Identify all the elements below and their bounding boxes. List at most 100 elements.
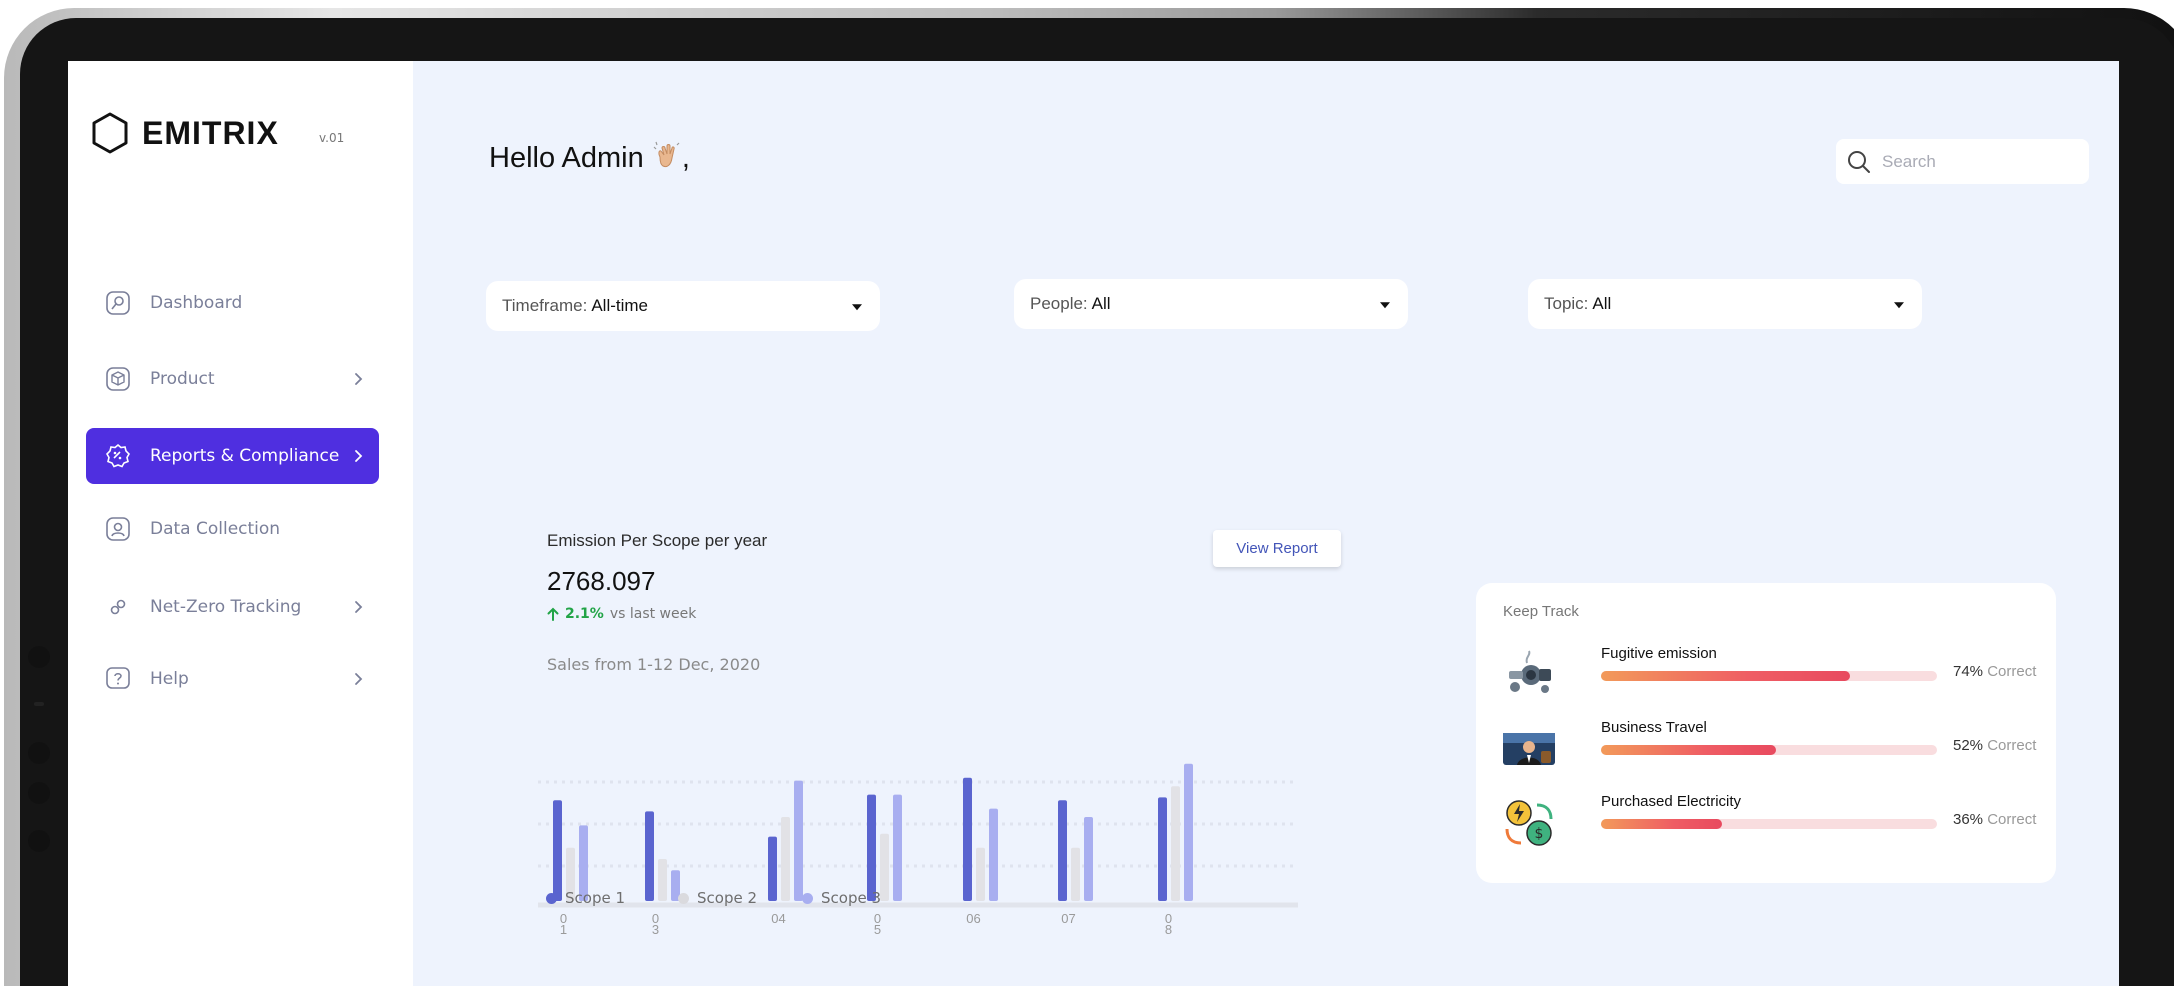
track-item-percent: 74% Correct xyxy=(1953,663,2036,680)
topic-filter[interactable]: Topic: All xyxy=(1528,279,1922,329)
percent-value: 36% xyxy=(1953,811,1984,828)
progress-fill xyxy=(1601,819,1722,829)
bar-scope-3[interactable] xyxy=(989,808,998,901)
bar-scope-2[interactable] xyxy=(1071,847,1080,901)
sidebar-item-dashboard[interactable]: Dashboard xyxy=(86,275,379,331)
bar-scope-1[interactable] xyxy=(768,836,777,901)
track-item-name: Fugitive emission xyxy=(1601,645,1717,662)
bar-scope-1[interactable] xyxy=(867,794,876,901)
chart-total: 2768.097 xyxy=(547,566,656,596)
legend-item-scope-1[interactable]: Scope 1 xyxy=(546,889,625,907)
filter-label: Timeframe: xyxy=(502,296,588,315)
badge-check-icon xyxy=(104,442,132,470)
dashboard-icon xyxy=(104,289,132,317)
business-traveler-icon xyxy=(1501,723,1557,775)
change-percent: 2.1% xyxy=(565,606,604,622)
logo-text: EMITRIX xyxy=(142,114,279,151)
change-label: vs last week xyxy=(609,606,697,622)
legend-label: Scope 2 xyxy=(697,889,758,907)
legend-label: Scope 1 xyxy=(565,889,626,907)
search-input[interactable] xyxy=(1882,151,2072,172)
bar-scope-2[interactable] xyxy=(658,859,667,901)
x-tick-label: 04 xyxy=(771,911,785,926)
help-icon xyxy=(104,665,132,693)
sidebar-item-reports-compliance[interactable]: Reports & Compliance xyxy=(86,428,379,484)
caret-down-icon xyxy=(1894,302,1904,309)
device-button xyxy=(28,646,50,668)
chevron-right-icon xyxy=(355,601,363,613)
sidebar-item-net-zero-tracking[interactable]: Net-Zero Tracking xyxy=(86,579,379,635)
sidebar-item-data-collection[interactable]: Data Collection xyxy=(86,501,379,557)
correct-label: Correct xyxy=(1987,663,2037,680)
bar-scope-3[interactable] xyxy=(1084,817,1093,901)
bar-scope-3[interactable] xyxy=(893,794,902,901)
filter-value: All xyxy=(1091,294,1111,313)
box-icon xyxy=(104,365,132,393)
legend-dot xyxy=(546,892,557,904)
filter-value: All-time xyxy=(591,296,648,315)
percent-value: 52% xyxy=(1953,737,1984,754)
keep-track-card: Keep Track Fugitive emission 74% Correct B… xyxy=(1476,583,2056,883)
chart-subtitle: Sales from 1-12 Dec, 2020 xyxy=(547,655,761,674)
bar-scope-1[interactable] xyxy=(1158,797,1167,901)
hexagon-logo-icon xyxy=(92,112,128,154)
x-tick-label: 05 xyxy=(874,911,881,937)
search-icon xyxy=(1848,150,1870,173)
bar-scope-2[interactable] xyxy=(1171,786,1180,901)
track-item-name: Purchased Electricity xyxy=(1601,793,1742,810)
bar-scope-1[interactable] xyxy=(645,811,654,901)
progress-fill xyxy=(1601,671,1850,681)
sidebar-item-product[interactable]: Product xyxy=(86,351,379,407)
emission-bar-chart: 0 1 0 3 04 0 5 06 07 0 8 xyxy=(538,763,1298,937)
electricity-money-icon: $ xyxy=(1501,797,1557,849)
link-icon xyxy=(104,593,132,621)
greeting-suffix: , xyxy=(681,142,690,174)
bar-scope-1[interactable] xyxy=(963,777,972,901)
filter-label: Topic: xyxy=(1544,294,1589,313)
track-item-business-travel[interactable]: Business Travel 52% Correct xyxy=(1501,719,2041,779)
x-tick-label: 06 xyxy=(966,911,980,926)
screen: EMITRIX v.01 Dashboard Product Reports & C… xyxy=(68,61,2119,986)
percent-value: 74% xyxy=(1953,663,1984,680)
bar-scope-1[interactable] xyxy=(1058,800,1067,901)
emission-machine-icon xyxy=(1501,649,1557,701)
legend-item-scope-3[interactable]: Scope 3 xyxy=(802,889,881,907)
legend-item-scope-2[interactable]: Scope 2 xyxy=(678,889,757,907)
device-button xyxy=(28,742,50,764)
bar-scope-1[interactable] xyxy=(553,800,562,901)
legend-dot xyxy=(678,892,689,904)
view-report-button[interactable]: View Report xyxy=(1213,530,1341,567)
logo[interactable]: EMITRIX xyxy=(90,111,279,155)
people-filter[interactable]: People: All xyxy=(1014,279,1408,329)
progress-bar xyxy=(1601,819,1937,829)
user-icon xyxy=(104,515,132,543)
sidebar-item-label: Dashboard xyxy=(150,293,243,313)
x-tick-label: 08 xyxy=(1165,911,1172,937)
chart-title: Emission Per Scope per year xyxy=(547,531,768,550)
device-button xyxy=(34,702,44,706)
timeframe-filter[interactable]: Timeframe: All-time xyxy=(486,281,880,331)
device-button xyxy=(28,830,50,852)
chevron-right-icon xyxy=(355,673,363,685)
version-label: v.01 xyxy=(319,131,345,145)
bar-scope-3[interactable] xyxy=(1184,763,1193,901)
sidebar-item-help[interactable]: Help xyxy=(86,651,379,707)
bar-scope-2[interactable] xyxy=(880,833,889,901)
card-title: Keep Track xyxy=(1503,603,1579,620)
greeting-text: Hello Admin xyxy=(489,142,644,174)
bar-scope-3[interactable] xyxy=(794,780,803,901)
correct-label: Correct xyxy=(1987,737,2037,754)
track-item-purchased-electricity[interactable]: $ Purchased Electricity 36% Correct xyxy=(1501,793,2041,853)
sidebar: EMITRIX v.01 Dashboard Product Reports & C… xyxy=(68,61,413,986)
progress-bar xyxy=(1601,745,1937,755)
search-box[interactable] xyxy=(1836,139,2089,184)
track-item-fugitive-emission[interactable]: Fugitive emission 74% Correct xyxy=(1501,645,2041,705)
caret-down-icon xyxy=(852,304,862,311)
sidebar-item-label: Net-Zero Tracking xyxy=(150,597,302,617)
bar-scope-2[interactable] xyxy=(781,817,790,901)
waving-hand-icon xyxy=(653,141,680,168)
x-tick-label: 07 xyxy=(1061,911,1075,926)
progress-bar xyxy=(1601,671,1937,681)
track-item-percent: 52% Correct xyxy=(1953,737,2036,754)
bar-scope-2[interactable] xyxy=(976,847,985,901)
